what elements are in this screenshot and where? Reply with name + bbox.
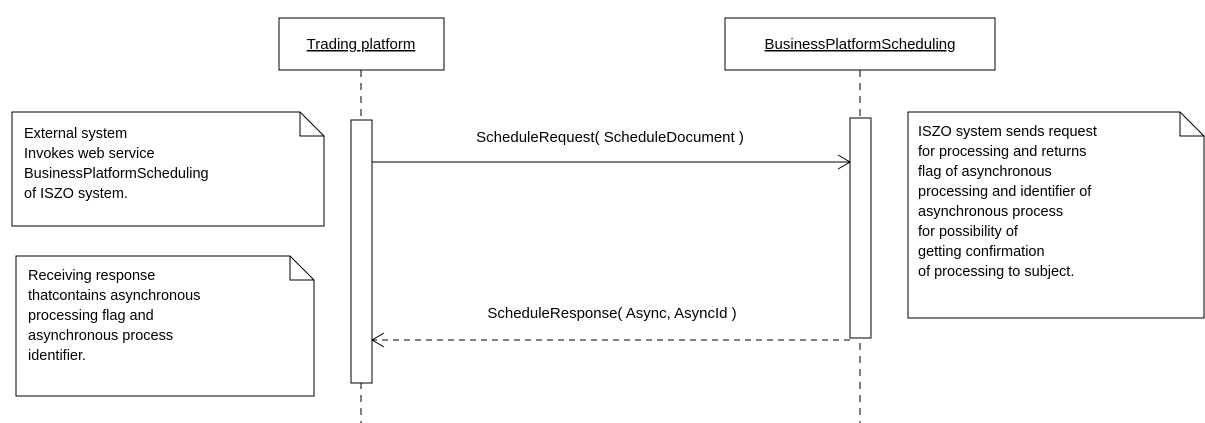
activation-bar-business-platform-scheduling <box>849 117 872 339</box>
participant-business-platform-scheduling-label: BusinessPlatformScheduling <box>765 36 956 53</box>
activation-bar-trading-platform <box>350 119 373 384</box>
note-external-system[interactable]: External system Invokes web service Busi… <box>11 111 325 227</box>
participant-trading-platform-label: Trading platform <box>307 36 416 53</box>
note-receiving-response[interactable]: Receiving response thatcontains asynchro… <box>15 255 315 397</box>
message-schedule-response[interactable]: ScheduleResponse( Async, AsyncId ) <box>371 305 850 348</box>
sequence-diagram: Trading platform BusinessPlatformSchedul… <box>11 17 1205 423</box>
message-schedule-request[interactable]: ScheduleRequest( ScheduleDocument ) <box>372 129 851 170</box>
participant-business-platform-scheduling[interactable]: BusinessPlatformScheduling <box>724 17 996 71</box>
message-schedule-request-label: ScheduleRequest( ScheduleDocument ) <box>476 129 744 146</box>
participant-trading-platform[interactable]: Trading platform <box>278 17 445 71</box>
note-iszo-system[interactable]: ISZO system sends request for processing… <box>907 111 1205 319</box>
message-schedule-response-label: ScheduleResponse( Async, AsyncId ) <box>487 305 736 322</box>
